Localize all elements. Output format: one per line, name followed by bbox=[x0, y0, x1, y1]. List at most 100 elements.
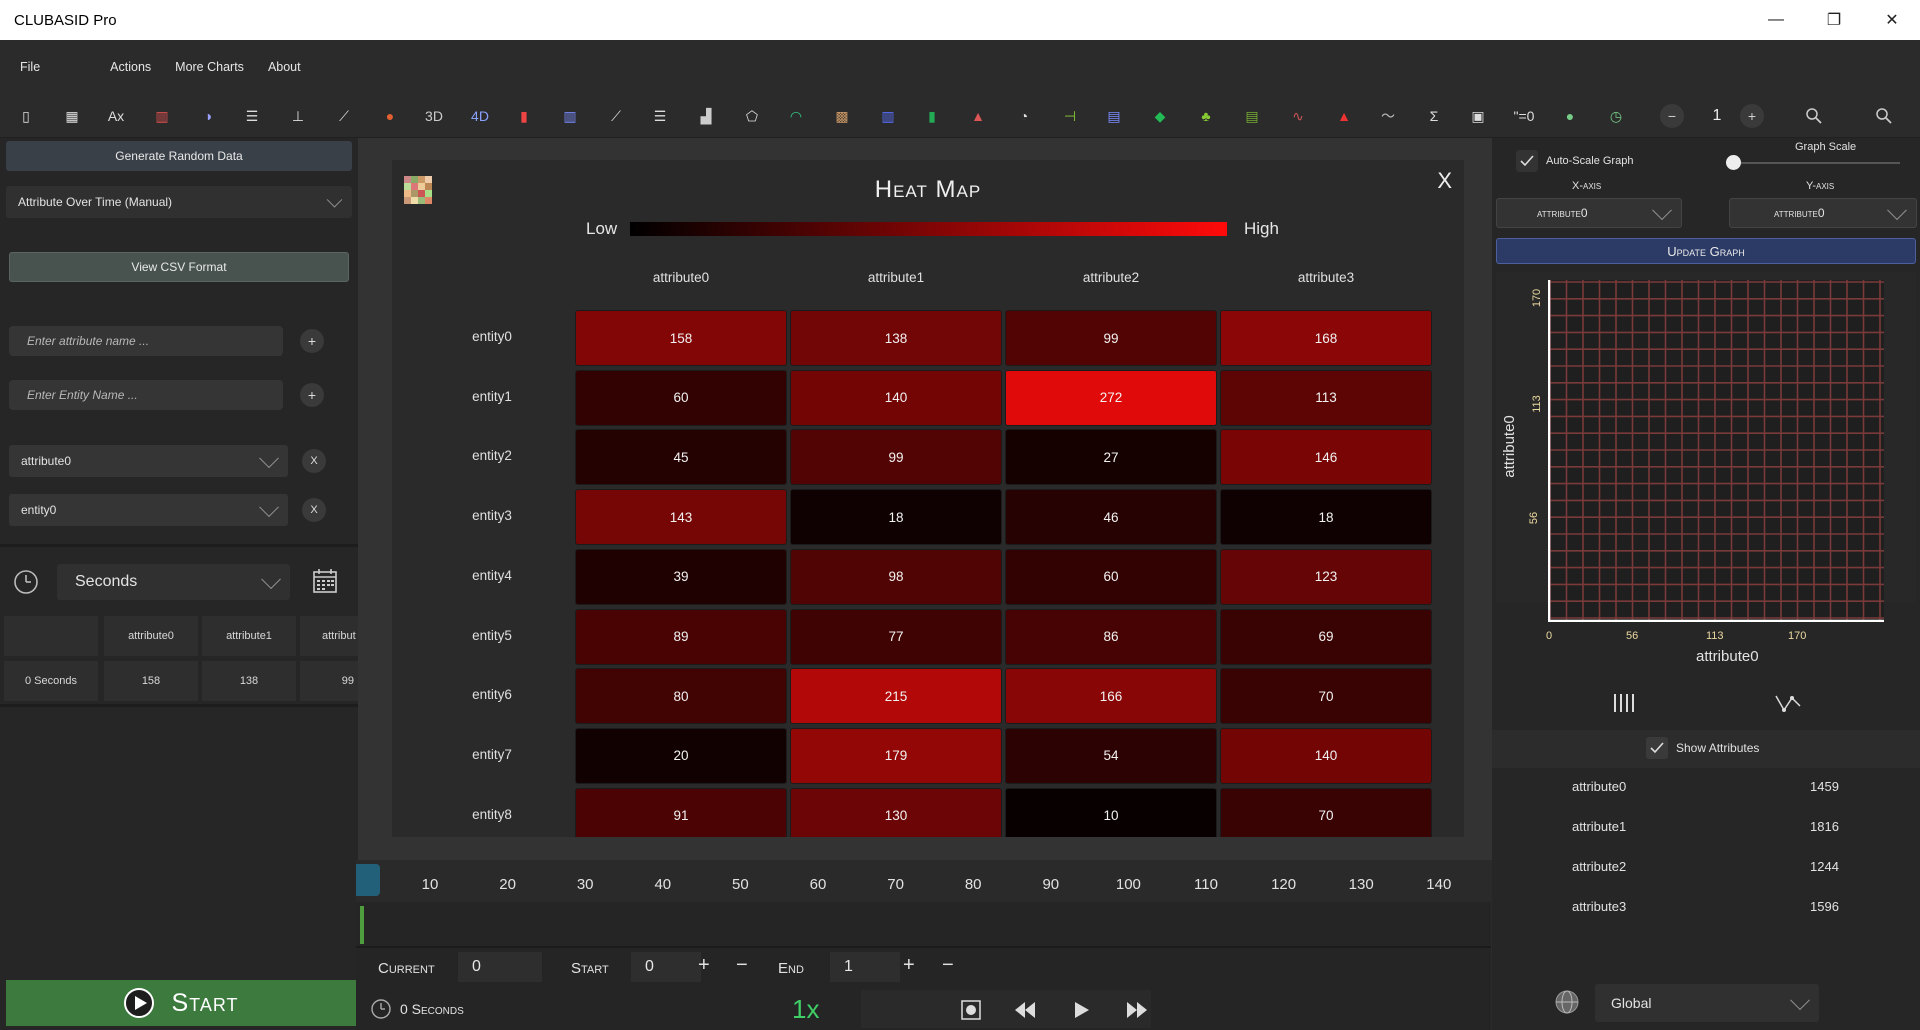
heatmap-cell[interactable]: 179 bbox=[791, 728, 1001, 783]
attribute-x-icon[interactable]: Ax bbox=[102, 102, 130, 130]
wave-icon[interactable]: 〜 bbox=[1374, 102, 1402, 130]
zoom-out-icon[interactable] bbox=[1870, 102, 1898, 130]
heatmap-cell[interactable]: 130 bbox=[791, 788, 1001, 837]
play-icon[interactable] bbox=[1074, 1001, 1090, 1024]
add-attribute-button[interactable]: + bbox=[300, 329, 324, 353]
zoom-in-icon[interactable] bbox=[1800, 102, 1828, 130]
donut-icon[interactable]: ◔ bbox=[1010, 102, 1038, 130]
show-attributes-checkbox[interactable] bbox=[1646, 737, 1668, 759]
map-gradient-icon[interactable]: ▤ bbox=[1100, 102, 1128, 130]
scatter-view-icon[interactable] bbox=[1774, 692, 1802, 719]
bars-view-icon[interactable] bbox=[1612, 692, 1636, 719]
heatmap-cell[interactable]: 39 bbox=[576, 549, 786, 604]
mode-dropdown[interactable]: Attribute Over Time (Manual) bbox=[6, 186, 352, 218]
heatmap-cell[interactable]: 77 bbox=[791, 609, 1001, 664]
4d-chart-icon[interactable]: 4D bbox=[466, 102, 494, 130]
attribute-select[interactable]: attribute0 bbox=[9, 445, 288, 477]
globe-color-icon[interactable]: ● bbox=[1556, 102, 1584, 130]
sigma-icon[interactable]: Σ bbox=[1420, 102, 1448, 130]
start-button[interactable]: Start bbox=[6, 980, 356, 1026]
pie-chart-icon[interactable]: ◑ bbox=[194, 102, 222, 130]
bar-chart-icon[interactable]: ▥ bbox=[148, 102, 176, 130]
heatmap-cell[interactable]: 89 bbox=[576, 609, 786, 664]
heatmap-cell[interactable]: 18 bbox=[791, 490, 1001, 545]
stacked-bar-icon[interactable]: ▮ bbox=[510, 102, 538, 130]
menu-file[interactable]: File bbox=[10, 60, 50, 74]
line-chart-icon[interactable]: ⟋ bbox=[330, 102, 358, 130]
heatmap-cell[interactable]: 140 bbox=[1221, 728, 1431, 783]
horizontal-bar-icon[interactable]: ☰ bbox=[238, 102, 266, 130]
time-unit-dropdown[interactable]: Seconds bbox=[57, 564, 290, 600]
rewind-icon[interactable] bbox=[1014, 1001, 1036, 1024]
calendar-icon[interactable] bbox=[312, 568, 338, 599]
end-minus-button[interactable]: − bbox=[942, 954, 954, 977]
heatmap-cell[interactable]: 86 bbox=[1006, 609, 1216, 664]
start-plus-button[interactable]: + bbox=[698, 954, 710, 977]
heatmap-icon[interactable]: ▩ bbox=[828, 102, 856, 130]
heatmap-close-button[interactable]: X bbox=[1437, 168, 1452, 194]
pyramid-icon[interactable]: ▲ bbox=[964, 102, 992, 130]
heatmap-cell[interactable]: 60 bbox=[576, 370, 786, 425]
3d-chart-icon[interactable]: 3D bbox=[420, 102, 448, 130]
menu-actions[interactable]: Actions bbox=[100, 60, 161, 74]
add-entity-button[interactable]: + bbox=[300, 383, 324, 407]
heatmap-cell[interactable]: 98 bbox=[791, 549, 1001, 604]
heatmap-cell[interactable]: 140 bbox=[791, 370, 1001, 425]
timeline-icon[interactable]: ⊣ bbox=[1056, 102, 1084, 130]
sparkline-icon[interactable]: ∿ bbox=[1284, 102, 1312, 130]
heatmap-cell[interactable]: 123 bbox=[1221, 549, 1431, 604]
attribute-name-input[interactable] bbox=[9, 326, 283, 356]
scatter-icon[interactable]: ⟋ bbox=[602, 102, 630, 130]
heatmap-cell[interactable]: 158 bbox=[576, 311, 786, 365]
heatmap-cell[interactable]: 18 bbox=[1221, 490, 1431, 545]
heatmap-cell[interactable]: 70 bbox=[1221, 669, 1431, 724]
new-file-icon[interactable]: ▯ bbox=[12, 102, 40, 130]
heatmap-cell[interactable]: 215 bbox=[791, 669, 1001, 724]
green-table-icon[interactable]: ▤ bbox=[1238, 102, 1266, 130]
image-icon[interactable]: ▣ bbox=[1464, 102, 1492, 130]
africa-map-icon[interactable]: ♣ bbox=[1192, 102, 1220, 130]
grid-icon[interactable]: ▦ bbox=[58, 102, 86, 130]
heatmap-cell[interactable]: 91 bbox=[576, 788, 786, 837]
minimize-button[interactable]: — bbox=[1748, 0, 1804, 40]
heatmap-cell[interactable]: 20 bbox=[576, 728, 786, 783]
zoom-plus-button[interactable]: + bbox=[1740, 104, 1764, 128]
heatmap-cell[interactable]: 272 bbox=[1006, 370, 1216, 425]
warning-icon[interactable]: ▲ bbox=[1330, 102, 1358, 130]
graph-scale-slider[interactable] bbox=[1726, 155, 1741, 170]
fast-forward-icon[interactable] bbox=[1126, 1001, 1148, 1024]
bubble-chart-icon[interactable]: ● bbox=[376, 102, 404, 130]
end-frame-value[interactable]: 1 bbox=[830, 952, 900, 982]
view-csv-button[interactable]: View CSV Format bbox=[9, 252, 349, 282]
playback-speed[interactable]: 1x bbox=[792, 994, 819, 1025]
heatmap-cell[interactable]: 113 bbox=[1221, 370, 1431, 425]
heatmap-cell[interactable]: 54 bbox=[1006, 728, 1216, 783]
up-down-icon[interactable]: ◆ bbox=[1146, 102, 1174, 130]
heatmap-cell[interactable]: 168 bbox=[1221, 311, 1431, 365]
heatmap-cell[interactable]: 69 bbox=[1221, 609, 1431, 664]
close-window-button[interactable]: ✕ bbox=[1864, 0, 1920, 40]
scope-dropdown[interactable]: Global bbox=[1595, 984, 1819, 1022]
restore-button[interactable]: ❐ bbox=[1806, 0, 1862, 40]
generate-random-data-button[interactable]: Generate Random Data bbox=[6, 141, 352, 171]
heatmap-cell[interactable]: 70 bbox=[1221, 788, 1431, 837]
heatmap-cell[interactable]: 45 bbox=[576, 430, 786, 485]
remove-entity-button[interactable]: X bbox=[302, 498, 326, 522]
entity-name-input[interactable] bbox=[9, 380, 283, 410]
candlestick-icon[interactable]: ▥ bbox=[874, 102, 902, 130]
timeline-playhead[interactable] bbox=[356, 864, 380, 896]
end-plus-button[interactable]: + bbox=[903, 954, 915, 977]
arc-icon[interactable]: ◠ bbox=[782, 102, 810, 130]
histogram-icon[interactable]: ⊥ bbox=[284, 102, 312, 130]
current-value[interactable]: 0 bbox=[458, 952, 542, 982]
record-icon[interactable] bbox=[961, 1000, 981, 1025]
equation-icon[interactable]: "=0 bbox=[1510, 102, 1538, 130]
column-chart-icon[interactable]: ▥ bbox=[556, 102, 584, 130]
zoom-minus-button[interactable]: − bbox=[1660, 104, 1684, 128]
x-axis-dropdown[interactable]: attribute0 bbox=[1496, 198, 1682, 228]
heatmap-cell[interactable]: 138 bbox=[791, 311, 1001, 365]
heatmap-cell[interactable]: 143 bbox=[576, 490, 786, 545]
start-minus-button[interactable]: − bbox=[736, 954, 748, 977]
y-axis-dropdown[interactable]: attribute0 bbox=[1729, 198, 1917, 228]
remove-attribute-button[interactable]: X bbox=[302, 449, 326, 473]
